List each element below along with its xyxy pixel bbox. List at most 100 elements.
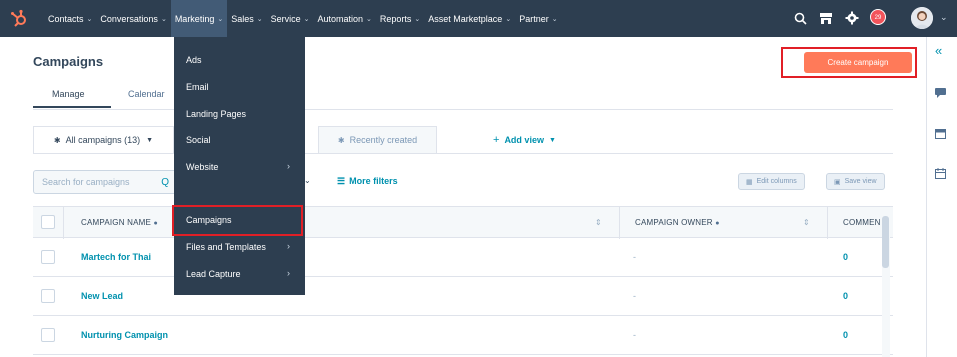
row-checkbox[interactable] bbox=[41, 250, 55, 264]
column-header-campaign-name[interactable]: CAMPAIGN NAME ● bbox=[81, 218, 158, 227]
campaign-owner-cell: - bbox=[633, 252, 636, 262]
comments-cell[interactable]: 0 bbox=[843, 330, 848, 340]
nav-item-marketing[interactable]: Marketing ⌄ bbox=[170, 0, 228, 37]
pin-icon: ✱ bbox=[53, 135, 61, 145]
nav-item-conversations[interactable]: Conversations ⌄ bbox=[96, 0, 170, 37]
chevron-down-icon: ⌄ bbox=[256, 15, 263, 23]
notifications-icon[interactable]: 29 bbox=[870, 9, 886, 25]
top-navigation-bar: Contacts ⌄ Conversations ⌄ Marketing ⌄ Sale… bbox=[0, 0, 957, 37]
campaign-name-link[interactable]: New Lead bbox=[81, 291, 123, 301]
edit-columns-button[interactable]: ▦ Edit columns bbox=[738, 173, 805, 190]
divider bbox=[33, 153, 893, 154]
view-tab-recently-created[interactable]: ✱ Recently created bbox=[318, 126, 437, 154]
chevron-right-icon: › bbox=[287, 241, 290, 251]
menu-item-files-and-templates[interactable]: Files and Templates bbox=[186, 242, 266, 252]
view-tab-label: All campaigns (13) bbox=[65, 135, 141, 145]
views-bar: ✱ All campaigns (13) ▼ ✱ Recently create… bbox=[33, 126, 893, 154]
edit-columns-label: Edit columns bbox=[756, 178, 797, 185]
tab-manage[interactable]: Manage bbox=[52, 89, 85, 99]
nav-item-automation[interactable]: Automation ⌄ bbox=[313, 0, 375, 37]
chevron-right-icon: › bbox=[287, 161, 290, 171]
scrollbar[interactable] bbox=[882, 216, 889, 268]
menu-item-ads[interactable]: Ads bbox=[186, 55, 202, 65]
view-tab-label: Recently created bbox=[349, 135, 418, 145]
main-nav: Contacts ⌄ Conversations ⌄ Marketing ⌄ Sale… bbox=[44, 0, 562, 37]
table-header: CAMPAIGN NAME ● ⇕ CAMPAIGN OWNER ● ⇕ COM… bbox=[33, 206, 893, 239]
table-row: Martech for Thai - 0 bbox=[33, 238, 893, 277]
nav-item-partner[interactable]: Partner ⌄ bbox=[515, 0, 561, 37]
nav-label: Contacts bbox=[48, 13, 84, 24]
menu-item-landing-pages[interactable]: Landing Pages bbox=[186, 109, 246, 119]
add-view-label: Add view bbox=[504, 135, 544, 145]
row-checkbox[interactable] bbox=[41, 328, 55, 342]
sort-icon[interactable]: ⇕ bbox=[803, 218, 810, 227]
marketing-dropdown-menu: Ads Email Landing Pages Social Website ›… bbox=[174, 37, 305, 295]
menu-item-website[interactable]: Website bbox=[186, 162, 218, 172]
chevron-down-icon: ⌄ bbox=[366, 15, 372, 23]
comments-cell[interactable]: 0 bbox=[843, 252, 848, 262]
nav-label: Automation bbox=[317, 13, 364, 24]
gear-icon[interactable] bbox=[845, 11, 859, 25]
nav-item-reports[interactable]: Reports ⌄ bbox=[376, 0, 424, 37]
add-view-button[interactable]: + Add view ▼ bbox=[493, 126, 556, 154]
avatar[interactable] bbox=[911, 7, 933, 29]
menu-item-lead-capture[interactable]: Lead Capture bbox=[186, 269, 241, 279]
notification-count: 29 bbox=[874, 15, 882, 21]
campaign-name-link[interactable]: Nurturing Campaign bbox=[81, 330, 168, 340]
divider bbox=[33, 109, 893, 110]
chevron-down-icon[interactable]: ⌄ bbox=[304, 176, 311, 185]
collapse-icon[interactable]: « bbox=[935, 43, 942, 58]
sort-icon[interactable]: ⇕ bbox=[595, 218, 602, 227]
chevron-down-icon: ⌄ bbox=[414, 15, 421, 23]
more-filters-label: More filters bbox=[349, 176, 398, 186]
nav-label: Partner bbox=[519, 13, 549, 24]
comments-cell[interactable]: 0 bbox=[843, 291, 848, 301]
caret-down-icon: ▼ bbox=[146, 136, 154, 144]
chevron-down-icon[interactable]: ⌄ bbox=[940, 12, 948, 23]
divider bbox=[619, 207, 620, 239]
tab-calendar[interactable]: Calendar bbox=[128, 89, 165, 99]
filter-icon: ☰ bbox=[337, 176, 346, 186]
nav-item-sales[interactable]: Sales ⌄ bbox=[227, 0, 266, 37]
save-icon: ▣ bbox=[834, 178, 841, 186]
nav-item-service[interactable]: Service ⌄ bbox=[267, 0, 314, 37]
search-icon: Q bbox=[161, 176, 169, 188]
view-tab-all-campaigns[interactable]: ✱ All campaigns (13) ▼ bbox=[33, 126, 174, 154]
user-avatar-icon bbox=[911, 7, 933, 29]
chevron-down-icon: ⌄ bbox=[505, 15, 512, 23]
chat-icon[interactable] bbox=[935, 88, 946, 98]
info-icon: ● bbox=[715, 220, 720, 227]
search-icon[interactable] bbox=[794, 12, 807, 25]
pin-icon: ✱ bbox=[337, 135, 345, 145]
nav-label: Asset Marketplace bbox=[428, 13, 503, 24]
select-all-checkbox[interactable] bbox=[41, 215, 55, 229]
nav-item-asset-marketplace[interactable]: Asset Marketplace ⌄ bbox=[424, 0, 515, 37]
info-icon: ● bbox=[153, 220, 158, 227]
chevron-down-icon: ⌄ bbox=[86, 15, 93, 23]
calendar-icon[interactable] bbox=[935, 168, 946, 179]
search-input[interactable]: Search for campaigns Q bbox=[33, 170, 178, 194]
menu-item-social[interactable]: Social bbox=[186, 135, 211, 145]
campaign-name-link[interactable]: Martech for Thai bbox=[81, 252, 151, 262]
column-header-campaign-owner[interactable]: CAMPAIGN OWNER ● bbox=[635, 218, 720, 227]
window-icon[interactable] bbox=[935, 129, 946, 139]
search-placeholder: Search for campaigns bbox=[42, 177, 130, 187]
nav-label: Service bbox=[270, 13, 301, 24]
hubspot-logo-icon[interactable] bbox=[10, 9, 28, 27]
column-header-comments[interactable]: COMMEN bbox=[843, 218, 881, 227]
marketplace-icon[interactable] bbox=[819, 11, 833, 25]
page-title: Campaigns bbox=[33, 54, 104, 69]
table-row: New Lead - 0 bbox=[33, 277, 893, 316]
row-checkbox[interactable] bbox=[41, 289, 55, 303]
highlight-box bbox=[781, 47, 917, 78]
campaign-owner-cell: - bbox=[633, 291, 636, 301]
column-label: CAMPAIGN OWNER bbox=[635, 218, 713, 227]
nav-item-contacts[interactable]: Contacts ⌄ bbox=[44, 0, 96, 37]
more-filters-button[interactable]: ☰ More filters bbox=[337, 176, 398, 187]
nav-label: Marketing bbox=[174, 13, 215, 24]
table-row: Nurturing Campaign - 0 bbox=[33, 316, 893, 355]
menu-item-email[interactable]: Email bbox=[186, 82, 209, 92]
chevron-down-icon: ⌄ bbox=[551, 15, 558, 23]
save-view-button[interactable]: ▣ Save view bbox=[826, 173, 885, 190]
active-tab-indicator bbox=[33, 106, 111, 108]
